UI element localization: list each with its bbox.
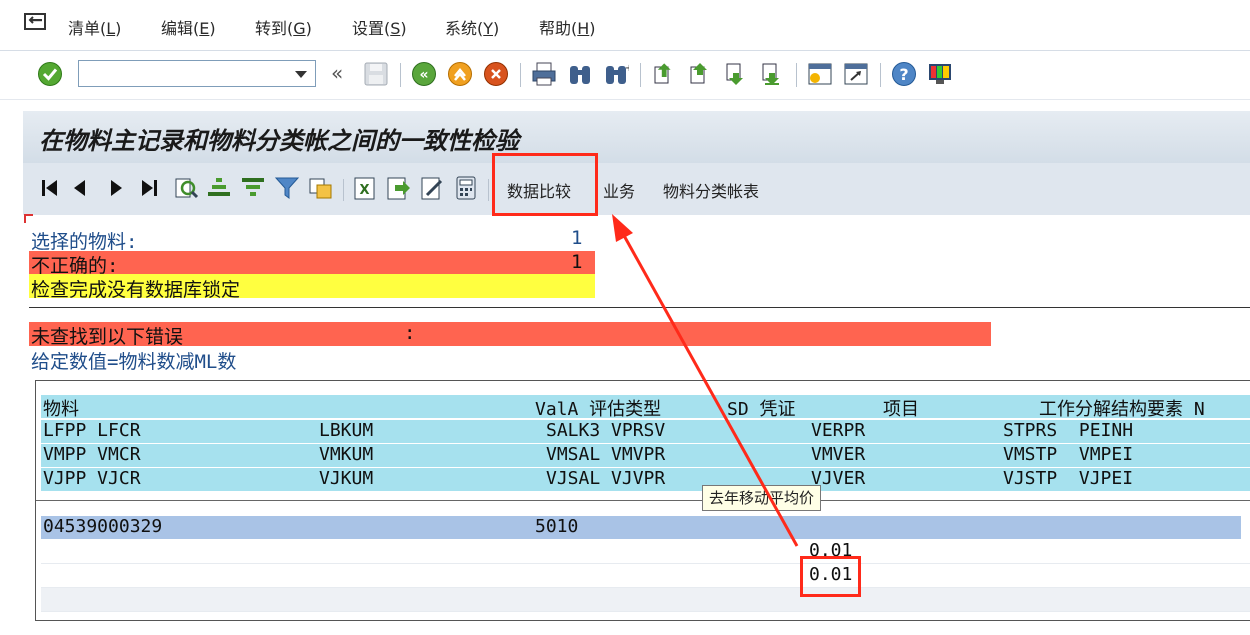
annotation-arrow-icon	[612, 214, 799, 547]
